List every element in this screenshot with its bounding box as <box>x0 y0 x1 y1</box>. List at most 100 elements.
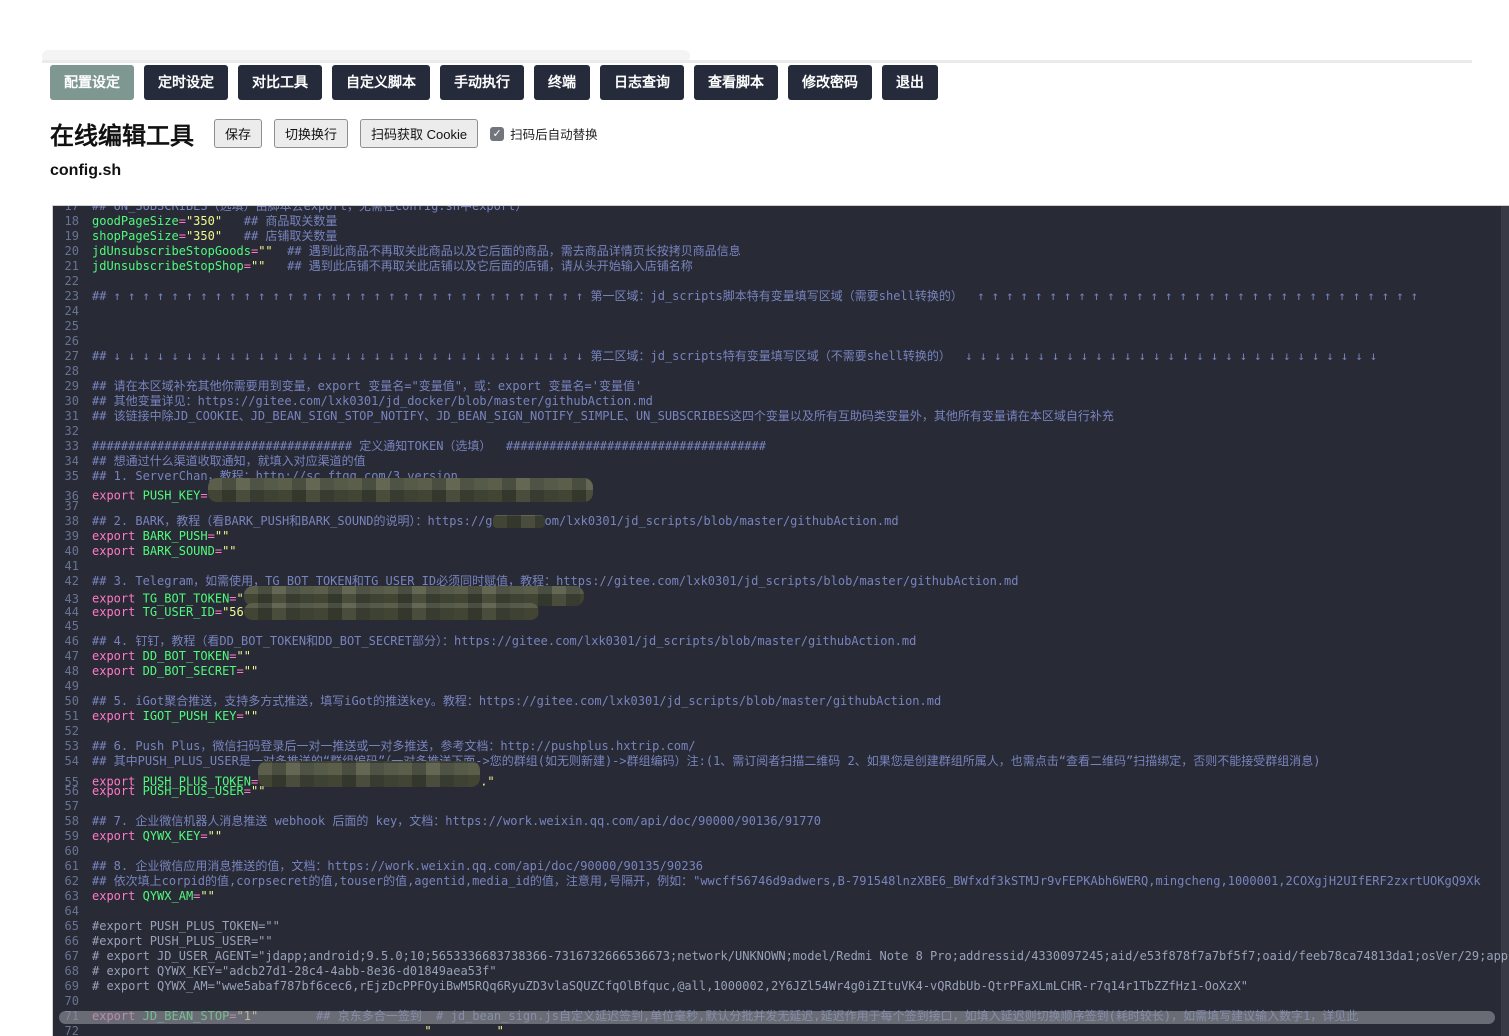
code-line[interactable]: 60 <box>53 844 1509 859</box>
code-line[interactable]: 36 export PUSH_KEY= <box>53 478 1509 503</box>
code-line[interactable]: 50 ## 5. iGot聚合推送，支持多方式推送，填写iGot的推送key。教程… <box>53 694 1509 709</box>
nav-schedule-settings[interactable]: 定时设定 <box>144 65 228 100</box>
code-line[interactable]: 17 ## UN_SUBSCRIBES（选填）由脚本去export，无需在conf… <box>53 206 1509 214</box>
code-line[interactable]: 34 ## 想通过什么渠道收取通知，就填入对应渠道的值 <box>53 454 1509 469</box>
code-token: PUSH_PLUS_USER <box>142 784 244 798</box>
code-line[interactable]: 59 export QYWX_KEY="" <box>53 829 1509 844</box>
code-line[interactable]: 22 <box>53 274 1509 289</box>
code-line[interactable]: 45 <box>53 619 1509 634</box>
line-number: 72 <box>64 1024 79 1036</box>
code-line[interactable]: 66 #export PUSH_PLUS_USER="" <box>53 934 1509 949</box>
editor-vertical-scrollbar[interactable] <box>1501 206 1509 1036</box>
nav-change-password[interactable]: 修改密码 <box>788 65 872 100</box>
code-line[interactable]: 29 ## 请在本区域补充其他你需要用到变量，export 变量名="变量值"，或… <box>53 379 1509 394</box>
line-number: 41 <box>64 559 79 573</box>
code-line[interactable]: 24 <box>53 304 1509 319</box>
code-line[interactable]: 65 #export PUSH_PLUS_TOKEN="" <box>53 919 1509 934</box>
code-line[interactable]: 31 ## 该链接中除JD_COOKIE、JD_BEAN_SIGN_STOP_NO… <box>53 409 1509 424</box>
code-line[interactable]: 57 <box>53 799 1509 814</box>
line-number: 69 <box>64 979 79 993</box>
nav-custom-script[interactable]: 自定义脚本 <box>332 65 430 100</box>
code-line[interactable]: 21 jdUnsubscribeStopShop="" ## 遇到此店铺不再取关此… <box>53 259 1509 274</box>
code-line[interactable]: 27 ## ↓ ↓ ↓ ↓ ↓ ↓ ↓ ↓ ↓ ↓ ↓ ↓ ↓ ↓ ↓ ↓ ↓ ↓… <box>53 349 1509 364</box>
code-line[interactable]: 39 export BARK_PUSH="" <box>53 529 1509 544</box>
line-number: 60 <box>64 844 79 858</box>
nav-config-settings[interactable]: 配置设定 <box>50 65 134 100</box>
code-line[interactable]: 30 ## 其他变量详见：https://gitee.com/lxk0301/jd… <box>53 394 1509 409</box>
code-token: export <box>92 889 136 903</box>
code-line[interactable]: 33 #################################### 定… <box>53 439 1509 454</box>
code-line[interactable]: 61 ## 8. 企业微信应用消息推送的值，文档：https://work.wei… <box>53 859 1509 874</box>
line-number: 33 <box>64 439 79 453</box>
check-icon: ✓ <box>492 127 502 140</box>
code-token: ## 该链接中除JD_COOKIE、JD_BEAN_SIGN_STOP_NOTI… <box>92 409 1114 423</box>
code-token: = <box>236 709 244 723</box>
editor-horizontal-scrollbar[interactable] <box>59 1011 1495 1024</box>
code-line[interactable]: 38 ## 2. BARK，教程（看BARK_PUSH和BARK_SOUND的说明… <box>53 514 1509 529</box>
code-line[interactable]: 46 ## 4. 钉钉，教程（看DD_BOT_TOKEN和DD_BOT_SECRE… <box>53 634 1509 649</box>
code-line[interactable]: 48 export DD_BOT_SECRET="" <box>53 664 1509 679</box>
scan-cookie-button[interactable]: 扫码获取 Cookie <box>360 119 479 148</box>
code-line[interactable]: 49 <box>53 679 1509 694</box>
nav-manual-run[interactable]: 手动执行 <box>440 65 524 100</box>
code-token: ## 5. iGot聚合推送，支持多方式推送，填写iGot的推送key。教程：h… <box>92 694 942 708</box>
code-line[interactable]: 25 <box>53 319 1509 334</box>
code-line[interactable]: 41 <box>53 559 1509 574</box>
auto-replace-checkbox[interactable]: ✓ <box>490 126 505 141</box>
nav-logout[interactable]: 退出 <box>882 65 938 100</box>
code-line[interactable]: 26 <box>53 334 1509 349</box>
code-line[interactable]: 40 export BARK_SOUND="" <box>53 544 1509 559</box>
line-number: 20 <box>64 244 79 258</box>
code-line[interactable]: 32 <box>53 424 1509 439</box>
code-line[interactable]: 63 export QYWX_AM="" <box>53 889 1509 904</box>
code-token: export <box>92 664 136 678</box>
line-number: 54 <box>64 754 79 768</box>
nav-log-query[interactable]: 日志查询 <box>600 65 684 100</box>
code-line[interactable]: 72 " " <box>53 1024 1509 1036</box>
code-line[interactable]: 51 export IGOT_PUSH_KEY="" <box>53 709 1509 724</box>
code-line[interactable]: 18 goodPageSize="350" ## 商品取关数量 <box>53 214 1509 229</box>
nav-compare-tool[interactable]: 对比工具 <box>238 65 322 100</box>
code-line[interactable]: 70 <box>53 994 1509 1009</box>
code-line[interactable]: 44 export TG_USER_ID="56 <box>53 603 1509 620</box>
line-number: 53 <box>64 739 79 753</box>
code-token: # export QYWX_AM="wwe5abaf787bf6cec6,rEj… <box>92 979 1248 993</box>
code-token: ## ↓ ↓ ↓ ↓ ↓ ↓ ↓ ↓ ↓ ↓ ↓ ↓ ↓ ↓ ↓ ↓ ↓ ↓ ↓… <box>92 349 1378 363</box>
code-line[interactable]: 19 shopPageSize="350" ## 店铺取关数量 <box>53 229 1509 244</box>
code-token: #export PUSH_PLUS_USER="" <box>92 934 273 948</box>
code-line[interactable]: 28 <box>53 364 1509 379</box>
code-line[interactable]: 52 <box>53 724 1509 739</box>
code-token: = <box>178 214 186 228</box>
nav-terminal[interactable]: 终端 <box>534 65 590 100</box>
code-line[interactable]: 62 ## 依次填上corpid的值,corpsecret的值,touser的值,… <box>53 874 1509 889</box>
code-line[interactable]: 43 export TG_BOT_TOKEN=" <box>53 586 1509 606</box>
code-editor[interactable]: 17 ## UN_SUBSCRIBES（选填）由脚本去export，无需在conf… <box>52 205 1509 1036</box>
code-token: "" <box>222 544 237 558</box>
code-line[interactable]: 64 <box>53 904 1509 919</box>
nav-view-script[interactable]: 查看脚本 <box>694 65 778 100</box>
code-line[interactable]: 69 # export QYWX_AM="wwe5abaf787bf6cec6,r… <box>53 979 1509 994</box>
page-title: 在线编辑工具 <box>50 123 194 150</box>
code-token: = <box>243 784 251 798</box>
line-number: 25 <box>64 319 79 333</box>
code-line[interactable]: 68 # export QYWX_KEY="adcb27d1-28c4-4abb-… <box>53 964 1509 979</box>
code-line[interactable]: 53 ## 6. Push Plus，微信扫码登录后一对一推送或一对多推送，参考文… <box>53 739 1509 754</box>
toggle-wrap-button[interactable]: 切换换行 <box>274 119 349 148</box>
code-line[interactable]: 55 export PUSH_PLUS_TOKEN= ." <box>53 761 1509 789</box>
code-token: ## 6. Push Plus，微信扫码登录后一对一推送或一对多推送，参考文档：… <box>92 739 696 753</box>
code-token: ## 依次填上corpid的值,corpsecret的值,touser的值,ag… <box>92 874 1481 888</box>
code-line[interactable]: 58 ## 7. 企业微信机器人消息推送 webhook 后面的 key，文档：h… <box>53 814 1509 829</box>
code-line[interactable]: 67 # export JD_USER_AGENT="jdapp;android;… <box>53 949 1509 964</box>
code-line[interactable]: 20 jdUnsubscribeStopGoods="" ## 遇到此商品不再取关… <box>53 244 1509 259</box>
code-line[interactable]: 47 export DD_BOT_TOKEN="" <box>53 649 1509 664</box>
code-token: ## 想通过什么渠道收取通知，就填入对应渠道的值 <box>92 454 366 468</box>
code-token: # export JD_USER_AGENT="jdapp;android;9.… <box>92 949 1509 963</box>
code-line[interactable]: 23 ## ↑ ↑ ↑ ↑ ↑ ↑ ↑ ↑ ↑ ↑ ↑ ↑ ↑ ↑ ↑ ↑ ↑ ↑… <box>53 289 1509 304</box>
toolbar: 在线编辑工具 保存 切换换行 扫码获取 Cookie ✓ 扫码后自动替换 <box>50 116 598 151</box>
redacted-secret <box>243 603 539 620</box>
save-button[interactable]: 保存 <box>214 119 263 148</box>
line-number: 56 <box>64 784 79 798</box>
